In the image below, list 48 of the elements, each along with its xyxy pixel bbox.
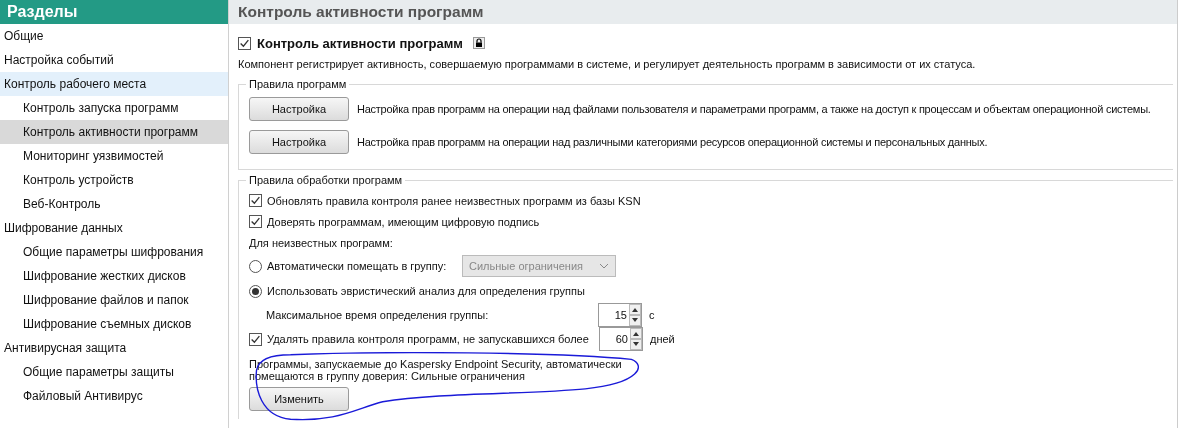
sidebar-item[interactable]: Контроль активности программ	[0, 120, 228, 144]
sidebar-item[interactable]: Контроль устройств	[0, 168, 228, 192]
description-text: Компонент регистрирует активность, совершаемую программами в системе, и регулирует деятельность программ в зависимости от их статуса.	[238, 58, 977, 70]
sidebar-item[interactable]: Антивирусная защита	[0, 336, 228, 360]
sidebar-item[interactable]: Общие параметры шифрования	[0, 240, 228, 264]
sidebar-item[interactable]: Файловый Антивирус	[0, 384, 228, 408]
number-field[interactable]: 15	[598, 303, 642, 327]
page-title: Контроль активности программ	[229, 0, 1178, 24]
number-field[interactable]: 60	[599, 327, 643, 351]
radio-label: Автоматически помещать в группу:	[267, 260, 448, 272]
rule-description: Настройка прав программ на операции над различными категориями ресурсов операционной системы и персональных данных.	[357, 136, 988, 148]
component-label: Контроль активности программ	[257, 35, 463, 51]
group-title: Правила программ	[248, 78, 348, 90]
sidebar-item[interactable]: Шифрование жестких дисков	[0, 264, 228, 288]
sidebar-item[interactable]: Контроль рабочего места	[0, 72, 228, 96]
sidebar-item[interactable]: Общие параметры защиты	[0, 360, 228, 384]
sidebar-item[interactable]: Общие	[0, 24, 228, 48]
unit-label: дней	[650, 333, 675, 345]
field-label: Максимальное время определения группы:	[266, 309, 490, 321]
sidebar-item[interactable]: Шифрование файлов и папок	[0, 288, 228, 312]
checkbox-label: Удалять правила контроля программ, не запускавшихся более	[267, 333, 590, 345]
group-title: Правила обработки программ	[248, 174, 404, 186]
checkbox[interactable]	[238, 36, 251, 50]
spinner-arrows-icon[interactable]	[629, 304, 641, 326]
spinner-arrows-icon[interactable]	[630, 328, 642, 350]
change-button[interactable]: Изменить	[249, 387, 349, 411]
sidebar-item[interactable]: Шифрование данных	[0, 216, 228, 240]
checkbox[interactable]	[249, 215, 262, 228]
sidebar-item[interactable]: Мониторинг уязвимостей	[0, 144, 228, 168]
sidebar-item[interactable]: Настройка событий	[0, 48, 228, 72]
rule-description: Настройка прав программ на операции над файлами пользователя и параметрами программ, а также на доступ к процессам и объектам операционной системы.	[357, 103, 1151, 115]
settings-button[interactable]: Настройка	[249, 130, 349, 154]
checkbox-label: Доверять программам, имеющим цифровую подпись	[267, 215, 540, 228]
unit-label: с	[649, 309, 655, 321]
checkbox-label: Обновлять правила контроля ранее неизвестных программ из базы KSN	[267, 194, 641, 207]
sidebar-item[interactable]: Веб-Контроль	[0, 192, 228, 216]
chevron-down-icon	[599, 263, 609, 269]
sidebar-header: Разделы	[0, 0, 228, 24]
radio-button[interactable]	[249, 284, 262, 298]
sidebar-item[interactable]: Контроль запуска программ	[0, 96, 228, 120]
checkbox[interactable]	[249, 332, 262, 346]
radio-label: Использовать эвристический анализ для определения группы	[267, 285, 585, 297]
settings-button[interactable]: Настройка	[249, 97, 349, 121]
radio-button[interactable]	[249, 259, 262, 273]
lock-icon[interactable]	[473, 37, 485, 49]
section-label: Для неизвестных программ:	[249, 236, 393, 249]
sidebar-item[interactable]: Шифрование съемных дисков	[0, 312, 228, 336]
checkbox[interactable]	[249, 194, 262, 207]
